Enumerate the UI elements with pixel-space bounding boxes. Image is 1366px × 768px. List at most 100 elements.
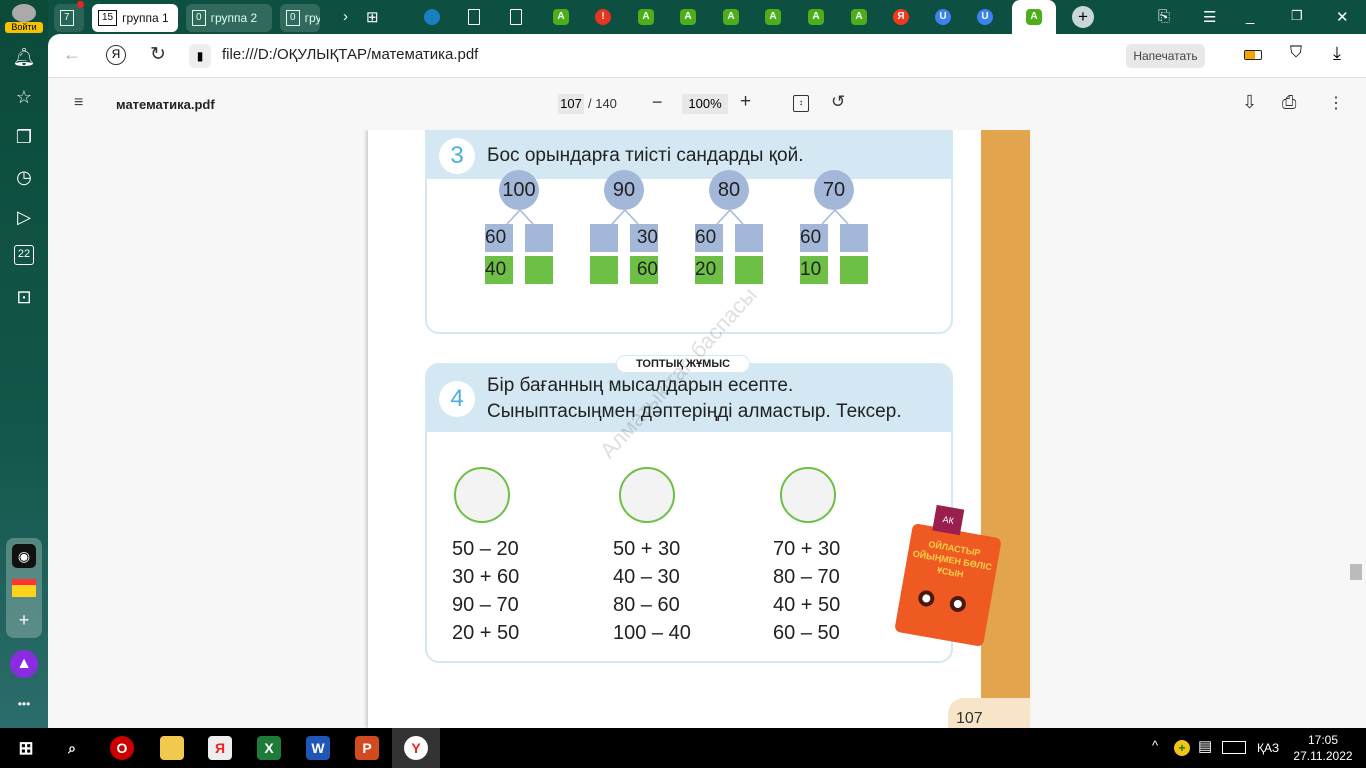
add-icon[interactable]: +: [12, 608, 36, 632]
back-button[interactable]: ←: [63, 44, 81, 65]
alice-icon[interactable]: ▲: [10, 650, 38, 678]
mascot-eye: [917, 589, 936, 608]
hamburger-icon[interactable]: ≡: [74, 94, 83, 112]
active-app[interactable]: Y: [392, 728, 440, 768]
new-tab-button[interactable]: +: [1072, 6, 1094, 28]
avatar[interactable]: [12, 4, 36, 22]
home-count: 7: [60, 10, 74, 26]
history-icon[interactable]: ◷: [12, 165, 36, 189]
word-icon[interactable]: W: [306, 736, 330, 760]
part-box[interactable]: [735, 224, 763, 252]
login-button[interactable]: Войти: [5, 22, 43, 33]
powerpoint-icon[interactable]: P: [355, 736, 379, 760]
reload-button[interactable]: ↻: [150, 43, 166, 66]
notification-dot: [77, 1, 84, 8]
tab-group-1[interactable]: 15 группа 1: [92, 4, 178, 32]
tab-favicon[interactable]: A: [553, 9, 569, 25]
tab-favicon[interactable]: A: [723, 9, 739, 25]
bookmarks-icon[interactable]: ⎘: [1158, 8, 1170, 25]
page-number-tab: 107: [948, 698, 1030, 728]
zoom-in-button[interactable]: +: [740, 91, 751, 113]
active-tab[interactable]: A: [1012, 0, 1056, 34]
home-tab[interactable]: 7: [54, 4, 84, 32]
bell-icon[interactable]: 🔔︎: [12, 45, 36, 69]
scrollbar-thumb[interactable]: [1350, 564, 1362, 580]
part-box[interactable]: [525, 256, 553, 284]
tab-favicon[interactable]: A: [808, 9, 824, 25]
pdf-download-icon[interactable]: ⇩: [1242, 92, 1257, 113]
new-group-icon[interactable]: ⊞: [366, 8, 379, 26]
zoom-input[interactable]: 100%: [682, 94, 728, 114]
minimize-button[interactable]: _: [1246, 8, 1254, 25]
tab-favicon[interactable]: A: [851, 9, 867, 25]
mail-icon[interactable]: [12, 579, 36, 597]
video-icon[interactable]: ▷: [12, 205, 36, 229]
tab-favicon[interactable]: U: [977, 9, 993, 25]
pdf-viewport: 107 3 Бос орындарға тиісті сандарды қой.…: [48, 130, 1366, 728]
start-button[interactable]: ⊞: [14, 736, 38, 760]
part-box[interactable]: [590, 256, 618, 284]
girl-avatar: [619, 467, 675, 523]
opera-icon[interactable]: O: [110, 736, 134, 760]
tab-favicon[interactable]: !: [595, 9, 611, 25]
tab-favicon[interactable]: [424, 9, 440, 25]
part-box[interactable]: [840, 256, 868, 284]
page-number-input[interactable]: 107: [558, 94, 584, 114]
clock[interactable]: 17:05 27.11.2022: [1292, 732, 1354, 764]
book-mascot: АК ОЙЛАСТЫР ОЙЫҢМЕН БӨЛІС ҰСЫН: [894, 504, 1002, 647]
star-icon[interactable]: ☆: [12, 85, 36, 109]
more-icon[interactable]: •••: [12, 692, 36, 716]
fit-page-icon[interactable]: ↕: [793, 95, 809, 112]
tab-favicon[interactable]: A: [765, 9, 781, 25]
yandex-button[interactable]: Я: [106, 45, 126, 65]
part-box[interactable]: [525, 224, 553, 252]
tab-group-3[interactable]: 0груп: [280, 4, 320, 32]
collections-icon[interactable]: ❐: [12, 125, 36, 149]
keyboard-icon[interactable]: [1222, 741, 1246, 754]
whole-number-circle: 90: [604, 170, 644, 210]
file-icon: ▮: [189, 44, 211, 68]
excel-icon[interactable]: X: [257, 736, 281, 760]
language-indicator[interactable]: ҚАЗ: [1257, 741, 1279, 755]
time: 17:05: [1307, 733, 1339, 747]
tray-expand-icon[interactable]: ^: [1152, 738, 1158, 753]
part-box[interactable]: [840, 224, 868, 252]
chevron-right-icon[interactable]: ›: [343, 8, 348, 25]
tab-favicon[interactable]: U: [935, 9, 951, 25]
pdf-print-icon[interactable]: ⎙: [1282, 92, 1296, 113]
protect-icon[interactable]: ⛉: [1290, 44, 1302, 62]
math-expression: 100 – 40: [613, 622, 691, 644]
part-box[interactable]: [735, 256, 763, 284]
yandex-app-icon[interactable]: Я: [208, 736, 232, 760]
part-box: 60: [485, 224, 513, 252]
camera-app-icon[interactable]: ◉: [12, 544, 36, 568]
close-button[interactable]: ✕: [1336, 8, 1349, 26]
battery-icon[interactable]: [1244, 50, 1262, 60]
part-box[interactable]: [590, 224, 618, 252]
pdf-more-icon[interactable]: ⋮: [1328, 93, 1344, 113]
rotate-icon[interactable]: ↺: [831, 92, 845, 112]
tab-favicon[interactable]: [468, 9, 480, 25]
math-expression: 80 – 70: [773, 566, 840, 588]
page-total: / 140: [588, 96, 617, 111]
tab-favicon[interactable]: A: [680, 9, 696, 25]
tab-favicon[interactable]: [510, 9, 522, 25]
downloads-icon[interactable]: ⤓: [1333, 43, 1341, 64]
menu-icon[interactable]: ☰: [1203, 8, 1216, 26]
print-button[interactable]: Напечатать: [1126, 44, 1205, 68]
tray-app-icon[interactable]: +: [1174, 740, 1190, 756]
search-icon[interactable]: ⌕: [60, 736, 84, 760]
tab-bar: 7 15группа 1 0группа 2 0груп › ⊞ A! A A A A A…: [48, 0, 1366, 34]
calendar-icon[interactable]: 22: [14, 245, 34, 265]
tab-group-2[interactable]: 0 группа 2: [186, 4, 272, 32]
screenshot-icon[interactable]: ⊡: [12, 285, 36, 309]
mascot-eye: [948, 594, 968, 614]
math-expression: 60 – 50: [773, 622, 840, 644]
url-field[interactable]: file:///D:/ОҚУЛЫҚТАР/математика.pdf: [222, 46, 478, 63]
tab-favicon[interactable]: Я: [893, 9, 909, 25]
file-explorer-icon[interactable]: [160, 736, 184, 760]
notification-icon[interactable]: ▤: [1198, 737, 1212, 755]
zoom-out-button[interactable]: −: [652, 92, 663, 113]
restore-button[interactable]: ❐: [1291, 8, 1303, 24]
tab-favicon[interactable]: A: [638, 9, 654, 25]
